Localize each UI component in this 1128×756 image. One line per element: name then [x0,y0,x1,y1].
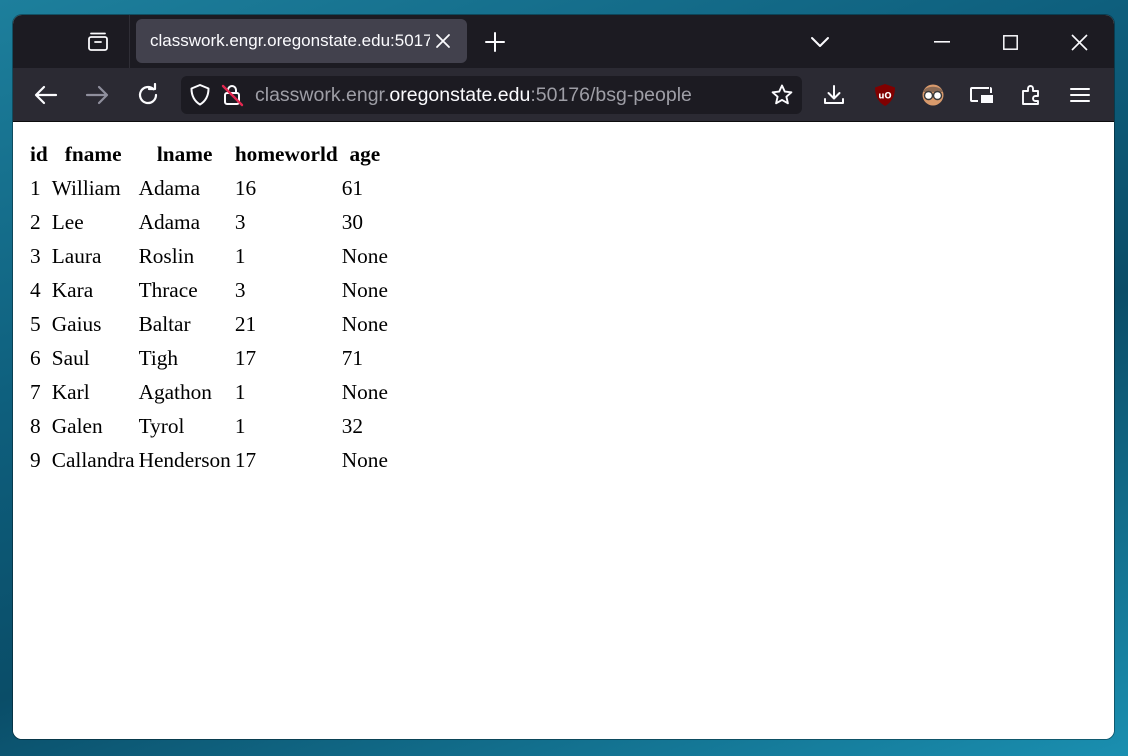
table-cell-homeworld: 3 [234,277,246,302]
puzzle-icon[interactable] [1017,81,1045,109]
table-cell-id: 2 [30,209,41,234]
glasses-extension-icon[interactable] [919,81,947,109]
table-body: 1 William Adama 16 61 2 Lee Adama 3 30 3 Laura Rosli… [29,171,389,477]
table-row: 1 William Adama 16 61 [29,171,389,205]
table-cell-age: None [341,379,388,404]
table-cell-fname: William [51,175,121,200]
table-cell-homeworld: 17 [234,447,257,472]
column-header-homeworld: homeworld [234,141,338,166]
table-row: 7 Karl Agathon 1 None [29,375,389,409]
close-window-icon[interactable] [1067,29,1091,55]
shield-icon[interactable] [187,82,213,108]
table-cell-id: 8 [30,413,41,438]
table-cell-id: 7 [30,379,41,404]
column-header-lname: lname [156,141,213,166]
table-cell-age: None [341,243,388,268]
browser-window: classwork.engr.oregonstate.edu:50176/bsg… [13,15,1114,739]
table-cell-lname: Adama [138,209,201,234]
table-cell-fname: Karl [51,379,90,404]
table-row: 8 Galen Tyrol 1 32 [29,409,389,443]
table-cell-age: 61 [341,175,364,200]
table-cell-id: 6 [30,345,41,370]
picture-in-picture-icon[interactable] [968,81,996,109]
table-cell-fname: Saul [51,345,90,370]
tab-strip: classwork.engr.oregonstate.edu:50176/bsg… [13,15,1114,68]
url-bar[interactable]: classwork.engr.oregonstate.edu:50176/bsg… [181,76,802,114]
table-cell-homeworld: 1 [234,379,246,404]
table-cell-age: 32 [341,413,364,438]
table-cell-homeworld: 17 [234,345,257,370]
table-cell-id: 3 [30,243,41,268]
new-tab-plus-icon[interactable] [481,28,509,56]
star-icon[interactable] [768,82,796,108]
minimize-icon[interactable] [930,29,954,55]
table-cell-id: 4 [30,277,41,302]
table-cell-age: None [341,447,388,472]
table-cell-age: None [341,311,388,336]
forward-arrow-icon[interactable] [83,81,111,109]
table-cell-homeworld: 3 [234,209,246,234]
table-cell-homeworld: 16 [234,175,257,200]
table-cell-lname: Henderson [138,447,231,472]
table-row: 9 Callandra Henderson 17 None [29,443,389,477]
table-cell-age: 71 [341,345,364,370]
table-cell-id: 9 [30,447,41,472]
back-arrow-icon[interactable] [32,81,60,109]
table-cell-lname: Thrace [138,277,198,302]
url-text[interactable]: classwork.engr.oregonstate.edu:50176/bsg… [255,76,692,114]
reload-icon[interactable] [134,81,162,109]
table-cell-lname: Agathon [138,379,212,404]
table-row: 6 Saul Tigh 17 71 [29,341,389,375]
table-cell-homeworld: 21 [234,311,257,336]
table-cell-fname: Lee [51,209,84,234]
table-cell-homeworld: 1 [234,243,246,268]
insecure-lock-icon[interactable] [219,82,245,108]
ublock-icon[interactable]: uO [871,81,899,109]
column-header-id: id [30,141,48,166]
table-row: 2 Lee Adama 3 30 [29,205,389,239]
table-cell-lname: Adama [138,175,201,200]
table-cell-lname: Tyrol [138,413,185,438]
url-path: :50176/bsg-people [530,84,692,106]
page-content: id fname lname homeworld age 1 William Ada… [13,122,1114,739]
url-prefix: classwork.engr. [255,84,390,106]
table-row: 5 Gaius Baltar 21 None [29,307,389,341]
table-header-row: id fname lname homeworld age [29,137,389,171]
table-cell-age: None [341,277,388,302]
hamburger-menu-icon[interactable] [1066,81,1094,109]
close-tab-icon[interactable] [432,30,454,52]
table-row: 3 Laura Roslin 1 None [29,239,389,273]
column-header-fname: fname [64,141,122,166]
table-row: 4 Kara Thrace 3 None [29,273,389,307]
table-cell-id: 1 [30,175,41,200]
navigation-toolbar: classwork.engr.oregonstate.edu:50176/bsg… [13,68,1114,122]
tab-list-icon[interactable] [83,28,113,56]
table-cell-fname: Laura [51,243,102,268]
svg-text:uO: uO [878,92,891,102]
table-cell-fname: Kara [51,277,94,302]
table-cell-lname: Baltar [138,311,191,336]
table-cell-fname: Galen [51,413,103,438]
tab-divider [129,15,130,68]
chevron-down-icon[interactable] [807,29,833,55]
table-cell-lname: Tigh [138,345,179,370]
people-table: id fname lname homeworld age 1 William Ada… [27,137,391,477]
download-icon[interactable] [820,81,848,109]
table-cell-lname: Roslin [138,243,195,268]
maximize-icon[interactable] [998,29,1022,55]
tab-title: classwork.engr.oregonstate.edu:50176/bsg… [150,31,430,50]
column-header-age: age [349,141,381,166]
table-cell-id: 5 [30,311,41,336]
table-cell-fname: Gaius [51,311,102,336]
table-cell-homeworld: 1 [234,413,246,438]
table-cell-fname: Callandra [51,447,135,472]
url-domain: oregonstate.edu [389,84,531,106]
table-cell-age: 30 [341,209,364,234]
tab-active[interactable]: classwork.engr.oregonstate.edu:50176/bsg… [136,19,467,63]
